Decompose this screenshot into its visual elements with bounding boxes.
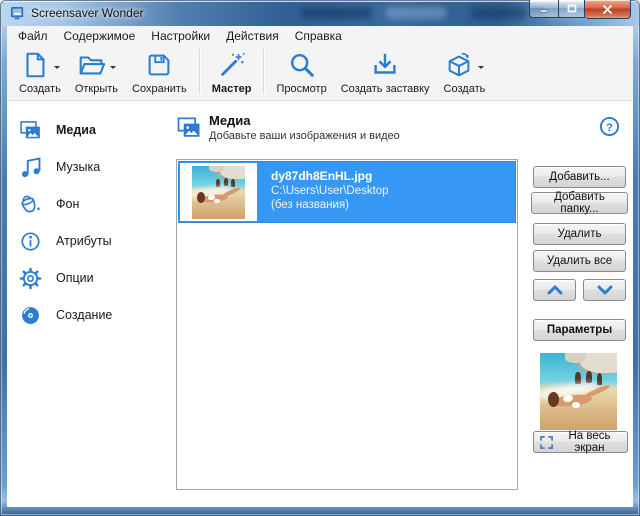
media-section-icon — [175, 114, 203, 142]
music-icon — [18, 155, 43, 180]
sidebar-item-media[interactable]: Медиа — [18, 117, 96, 143]
glass-reflection — [301, 7, 371, 19]
dropdown-caret-icon[interactable] — [478, 66, 484, 72]
dropdown-caret-icon[interactable] — [110, 66, 116, 72]
toolbar-open-button[interactable]: Открыть — [68, 46, 125, 95]
move-up-button[interactable] — [533, 279, 576, 301]
toolbar-save-button[interactable]: Сохранить — [125, 46, 194, 95]
add-folder-button[interactable]: Добавить папку... — [531, 192, 628, 214]
svg-text:?: ? — [606, 122, 613, 134]
chevron-up-icon — [547, 285, 563, 295]
delete-button[interactable]: Удалить — [533, 223, 626, 245]
media-list-item[interactable]: dy87dh8EnHL.jpg C:\Users\User\Desktop (б… — [178, 161, 516, 223]
parameters-button[interactable]: Параметры — [533, 319, 626, 341]
sidebar-label: Атрибуты — [56, 234, 112, 248]
toolbar-build-label: Создать заставку — [341, 83, 430, 95]
open-folder-icon — [76, 50, 106, 80]
app-window: Screensaver Wonder Файл Содержимое Настр… — [0, 0, 640, 516]
content-area: Медиа Музыка — [7, 102, 633, 507]
sidebar-label: Опции — [56, 271, 94, 285]
toolbar-separator — [199, 49, 200, 93]
sidebar-item-music[interactable]: Музыка — [18, 154, 100, 180]
sidebar-label: Музыка — [56, 160, 100, 174]
menu-bar: Файл Содержимое Настройки Действия Справ… — [7, 26, 633, 46]
toolbar-wizard-button[interactable]: Мастер — [205, 46, 259, 95]
toolbar-open-label: Открыть — [75, 83, 118, 95]
menu-settings[interactable]: Настройки — [143, 27, 218, 45]
build-screensaver-icon — [370, 50, 400, 80]
maximize-button[interactable] — [558, 0, 585, 18]
info-icon — [18, 229, 43, 254]
toolbar-create-button[interactable]: Создать — [437, 46, 493, 95]
toolbar-new-label: Создать — [19, 83, 61, 95]
media-list[interactable]: dy87dh8EnHL.jpg C:\Users\User\Desktop (б… — [176, 159, 518, 490]
window-title: Screensaver Wonder — [31, 6, 144, 20]
sidebar-label: Медиа — [56, 123, 96, 137]
disc-icon — [18, 303, 43, 328]
client-area: Файл Содержимое Настройки Действия Справ… — [7, 26, 633, 507]
page-subtitle: Добавьте ваши изображения и видео — [209, 130, 400, 142]
package-icon — [444, 50, 474, 80]
toolbar-save-label: Сохранить — [132, 83, 187, 95]
add-button[interactable]: Добавить... — [533, 166, 626, 188]
media-thumbnail-cell — [180, 163, 257, 221]
sidebar-item-options[interactable]: Опции — [18, 265, 94, 291]
sidebar-item-background[interactable]: Фон — [18, 191, 79, 217]
media-item-caption: (без названия) — [271, 199, 389, 211]
new-document-icon — [20, 50, 50, 80]
app-icon — [10, 6, 26, 21]
help-icon[interactable]: ? — [599, 116, 620, 137]
fullscreen-button[interactable]: На весь экран — [533, 431, 628, 453]
media-thumbnail-image — [192, 166, 245, 219]
menu-actions[interactable]: Действия — [218, 27, 287, 45]
menu-toolbar-strip: Файл Содержимое Настройки Действия Справ… — [7, 26, 633, 101]
page-title: Медиа — [209, 113, 251, 128]
toolbar-separator — [263, 49, 264, 93]
toolbar-preview-label: Просмотр — [276, 83, 326, 95]
preview-icon — [287, 50, 317, 80]
dropdown-caret-icon[interactable] — [54, 66, 60, 72]
menu-content[interactable]: Содержимое — [56, 27, 144, 45]
glass-reflection — [386, 7, 446, 19]
gear-icon — [18, 266, 43, 291]
fullscreen-icon — [540, 436, 553, 449]
toolbar-create-label: Создать — [444, 83, 486, 95]
media-item-path: C:\Users\User\Desktop — [271, 185, 389, 197]
magic-wand-icon — [217, 50, 247, 80]
toolbar-new-button[interactable]: Создать — [12, 46, 68, 95]
chevron-down-icon — [597, 285, 613, 295]
save-icon — [144, 50, 174, 80]
close-button[interactable] — [585, 0, 631, 19]
sidebar-item-creation[interactable]: Создание — [18, 302, 112, 328]
media-icon — [18, 118, 43, 143]
paint-bucket-icon — [18, 192, 43, 217]
menu-file[interactable]: Файл — [10, 27, 56, 45]
media-item-filename: dy87dh8EnHL.jpg — [271, 169, 389, 183]
toolbar-build-screensaver-button[interactable]: Создать заставку — [334, 46, 437, 95]
sidebar-label: Фон — [56, 197, 79, 211]
sidebar-label: Создание — [56, 308, 112, 322]
glass-reflection — [471, 7, 526, 19]
toolbar-wizard-label: Мастер — [212, 83, 252, 95]
preview-image — [540, 353, 617, 430]
sidebar-item-attributes[interactable]: Атрибуты — [18, 228, 112, 254]
toolbar: Создать Открыть — [7, 46, 633, 101]
minimize-button[interactable] — [529, 0, 558, 18]
window-controls — [529, 0, 631, 19]
move-down-button[interactable] — [583, 279, 626, 301]
menu-help[interactable]: Справка — [287, 27, 350, 45]
delete-all-button[interactable]: Удалить все — [533, 250, 626, 272]
toolbar-preview-button[interactable]: Просмотр — [269, 46, 333, 95]
fullscreen-label: На весь экран — [558, 430, 621, 454]
